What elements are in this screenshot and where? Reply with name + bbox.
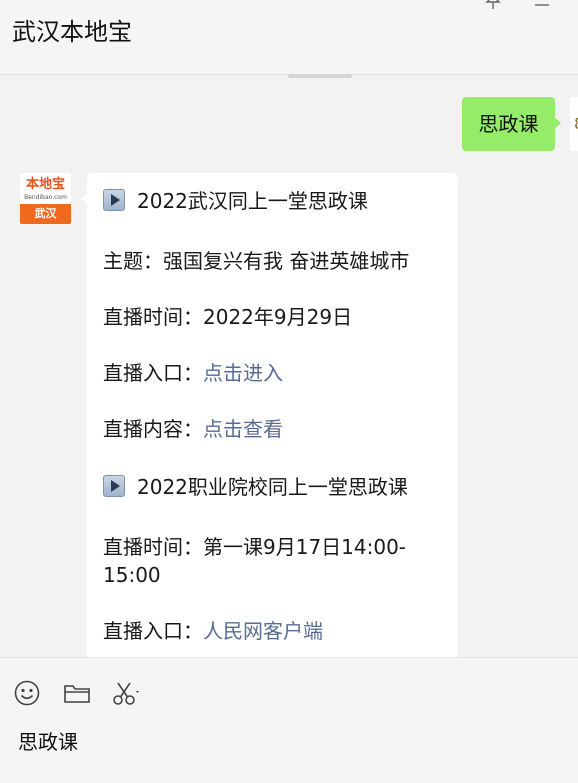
- avatar-logo-text: 本地宝: [25, 177, 65, 192]
- section-heading-2: 2022职业院校同上一堂思政课: [103, 473, 447, 501]
- avatar-logo-sub: Bendibao.com: [24, 194, 67, 201]
- outgoing-message-text: 思政课: [478, 112, 539, 136]
- live-entry-link-2[interactable]: 人民网客户端: [203, 619, 323, 643]
- live-entry-line-2: 直播入口：人民网客户端: [103, 617, 447, 645]
- self-avatar-glyph: 8: [574, 114, 578, 133]
- sender-avatar[interactable]: 本地宝 Bendibao.com 武汉: [20, 173, 71, 224]
- live-content-line: 直播内容：点击查看: [103, 415, 447, 443]
- pin-icon[interactable]: [484, 0, 502, 15]
- chat-title: 武汉本地宝: [12, 18, 132, 46]
- message-list[interactable]: 思政课 8 本地宝 Bendibao.com 武汉 2022武汉同上一堂思政课 …: [0, 75, 578, 657]
- live-entry-link-1[interactable]: 点击进入: [203, 361, 283, 385]
- incoming-message-bubble[interactable]: 2022武汉同上一堂思政课 主题：强国复兴有我 奋进英雄城市 直播时间：2022…: [81, 173, 458, 657]
- section-heading-1: 2022武汉同上一堂思政课: [103, 187, 447, 215]
- chat-header: 武汉本地宝: [0, 0, 578, 75]
- live-content-label: 直播内容：: [103, 417, 203, 441]
- play-button-icon: [103, 475, 125, 497]
- live-content-link[interactable]: 点击查看: [203, 417, 283, 441]
- live-entry-label-1: 直播入口：: [103, 361, 203, 385]
- theme-line: 主题：强国复兴有我 奋进英雄城市: [103, 249, 410, 273]
- live-entry-label-2: 直播入口：: [103, 619, 203, 643]
- message-input[interactable]: 思政课: [18, 726, 78, 755]
- play-button-icon: [103, 189, 125, 211]
- folder-icon[interactable]: [62, 678, 92, 708]
- live-time-line-1: 直播时间：2022年9月29日: [103, 305, 353, 329]
- minimize-icon[interactable]: [533, 0, 551, 15]
- self-avatar[interactable]: 8: [570, 97, 578, 151]
- live-time-line-2: 直播时间：第一课9月17日14:00-15:00: [103, 535, 407, 587]
- live-entry-line-1: 直播入口：点击进入: [103, 359, 447, 387]
- avatar-city-label: 武汉: [20, 204, 71, 224]
- outgoing-message-bubble[interactable]: 思政课: [462, 97, 561, 151]
- composer: 思政课: [0, 657, 578, 783]
- emoji-icon[interactable]: [12, 678, 42, 708]
- heading-text-2: 2022职业院校同上一堂思政课: [137, 475, 408, 499]
- heading-text-1: 2022武汉同上一堂思政课: [137, 189, 368, 213]
- scissors-icon[interactable]: [110, 678, 140, 708]
